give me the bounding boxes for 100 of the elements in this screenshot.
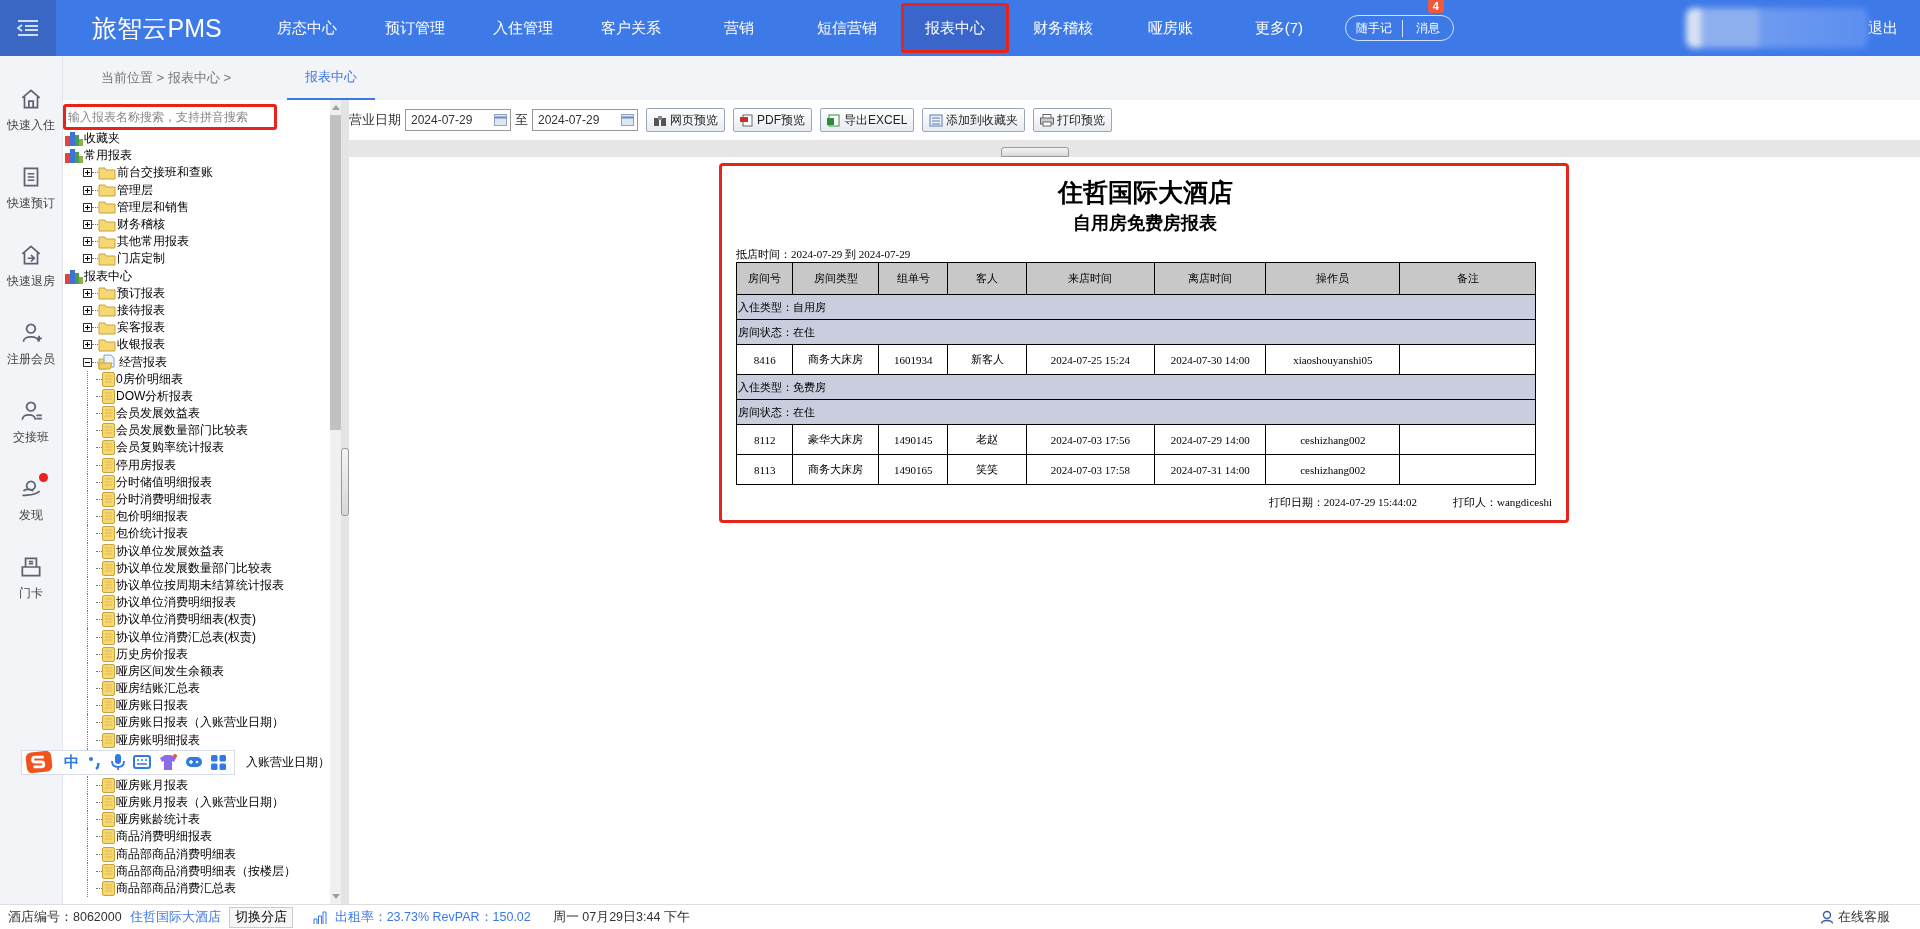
column-header: 客人 [947, 262, 1027, 295]
tree-node[interactable]: 协议单位发展数量部门比较表 [116, 559, 272, 577]
tree-node[interactable]: DOW分析报表 [116, 387, 194, 405]
hotel-link[interactable]: 住哲国际大酒店 [129, 908, 221, 926]
toolbar-button[interactable]: 导出EXCEL [820, 108, 915, 132]
tree-node[interactable]: 前台交接班和查账 [117, 164, 213, 182]
tree-node[interactable]: 包价统计报表 [116, 525, 188, 543]
shirt-icon[interactable] [159, 753, 177, 771]
start-date-field[interactable]: 2024-07-29 [405, 109, 511, 131]
gamepad-icon[interactable] [185, 755, 203, 770]
tree-node[interactable]: 哑房账月报表（入账营业日期） [116, 794, 284, 812]
scrollbar-thumb[interactable] [330, 115, 341, 430]
tree-node[interactable]: 停用房报表 [116, 456, 176, 474]
tree-node[interactable]: 门店定制 [117, 250, 165, 268]
toolbar-button[interactable]: PDF预览 [733, 108, 812, 132]
nav-tab[interactable]: 短信营销 [792, 3, 901, 53]
tree-node[interactable]: 管理层 [117, 181, 153, 199]
expander[interactable] [83, 202, 92, 212]
toolbar-button[interactable]: 打印预览 [1033, 108, 1113, 132]
tree-node[interactable]: 会员发展效益表 [116, 405, 200, 423]
expander[interactable] [83, 288, 92, 298]
tree-node[interactable]: 收银报表 [117, 336, 165, 354]
rail-shortcut[interactable]: 交接班 [13, 398, 49, 445]
rail-shortcut[interactable]: 注册会员 [7, 320, 55, 367]
expander[interactable] [83, 305, 92, 315]
switch-branch-button[interactable]: 切换分店 [228, 906, 293, 928]
nav-tab[interactable]: 更多(7) [1224, 3, 1333, 53]
tree-node[interactable]: 其他常用报表 [117, 233, 189, 251]
ime-mode[interactable]: 中 [64, 752, 79, 772]
tree-node[interactable]: 会员复购率统计报表 [116, 439, 224, 457]
tree-node[interactable]: 报表中心 [84, 267, 132, 285]
nav-tab[interactable]: 哑房账 [1116, 3, 1225, 53]
tree-node[interactable]: 协议单位按周期未结算统计报表 [116, 576, 284, 594]
logout-link[interactable]: 退出 [1868, 18, 1898, 38]
tree-node[interactable]: 协议单位发展效益表 [116, 542, 224, 560]
rail-shortcut[interactable]: 门卡 [18, 554, 44, 601]
nav-tab[interactable]: 房态中心 [252, 3, 361, 53]
microphone-icon[interactable] [111, 753, 125, 772]
tree-node[interactable]: 收藏夹 [84, 130, 120, 148]
tree-node[interactable]: 管理层和销售 [117, 198, 189, 216]
tree-node[interactable]: 哑房结账汇总表 [116, 680, 200, 698]
toolbar-button[interactable]: 添加到收藏夹 [922, 108, 1026, 132]
expander[interactable] [83, 323, 92, 333]
collapse-handle[interactable] [341, 448, 349, 516]
nav-tab[interactable]: 财务稽核 [1008, 3, 1117, 53]
collapse-handle[interactable] [1000, 147, 1069, 157]
nav-tab[interactable]: 入住管理 [468, 3, 577, 53]
tree-node[interactable]: 哑房账月报表 [116, 776, 188, 794]
tree-node[interactable]: 财务稽核 [117, 216, 165, 234]
rail-shortcut[interactable]: 发现 [18, 476, 44, 523]
expander[interactable] [83, 185, 92, 195]
tree-node[interactable]: 分时储值明细报表 [116, 473, 212, 491]
expander[interactable] [83, 254, 92, 264]
tree-node[interactable]: 协议单位消费汇总表(权责) [116, 628, 256, 646]
tree-node[interactable]: 经营报表 [119, 353, 167, 371]
expander[interactable] [83, 220, 92, 230]
tree-node[interactable]: 0房价明细表 [116, 370, 183, 388]
rail-shortcut[interactable]: 快速入住 [7, 86, 55, 133]
tree-node[interactable]: 常用报表 [84, 147, 132, 165]
tree-node[interactable]: 接待报表 [117, 301, 165, 319]
nav-tab[interactable]: 营销 [684, 3, 793, 53]
tree-node[interactable]: 哑房账明细报表 [116, 731, 200, 749]
rail-shortcut[interactable]: 快速预订 [7, 164, 55, 211]
document-icon [102, 863, 115, 879]
tree-node[interactable]: 哑房账龄统计表 [116, 811, 200, 829]
menu-button[interactable] [0, 0, 57, 56]
tree-node[interactable]: 预订报表 [117, 284, 165, 302]
tree-node[interactable]: 商品部商品消费明细表（按楼层） [116, 862, 296, 880]
report-title: 自用房免费房报表 [1072, 212, 1218, 235]
keyboard-icon[interactable] [133, 755, 151, 770]
tree-node[interactable]: 会员发展数量部门比较表 [116, 422, 248, 440]
tree-node[interactable]: 哑房区间发生余额表 [116, 662, 224, 680]
report-search-field[interactable]: 输入报表名称搜索，支持拼音搜索 [63, 104, 277, 130]
apps-grid-icon[interactable] [211, 754, 226, 770]
expander[interactable] [83, 237, 92, 247]
tree-node[interactable]: 宾客报表 [117, 319, 165, 337]
nav-tab[interactable]: 预订管理 [360, 3, 469, 53]
report-stack-icon [65, 268, 83, 284]
notes-link[interactable]: 随手记 [1345, 19, 1402, 37]
expander[interactable] [83, 168, 92, 178]
toolbar-button[interactable]: 网页预览 [646, 108, 725, 132]
end-date-field[interactable]: 2024-07-29 [532, 109, 638, 131]
tree-node[interactable]: 协议单位消费明细表(权责) [116, 611, 256, 629]
tree-node[interactable]: 哑房账日报表（入账营业日期） [116, 714, 284, 732]
tree-node[interactable]: 商品消费明细报表 [116, 828, 212, 846]
tree-node[interactable]: 商品部商品消费明细表 [116, 845, 236, 863]
messages-link[interactable]: 消息 [1401, 19, 1453, 37]
tree-node[interactable]: 分时消费明细报表 [116, 491, 212, 509]
expander[interactable] [83, 340, 92, 350]
rail-shortcut[interactable]: 快速退房 [7, 242, 55, 289]
tree-node[interactable]: 历史房价报表 [116, 645, 188, 663]
expander[interactable] [83, 357, 92, 367]
nav-tab[interactable]: 客户关系 [576, 3, 685, 53]
tree-node[interactable]: 入账营业日期） [246, 754, 330, 772]
tree-node[interactable]: 协议单位消费明细报表 [116, 594, 236, 612]
tree-node[interactable]: 包价明细报表 [116, 508, 188, 526]
nav-tab[interactable]: 报表中心 [900, 3, 1009, 53]
tree-node[interactable]: 哑房账日报表 [116, 697, 188, 715]
online-service-link[interactable]: 在线客服 [1820, 908, 1890, 926]
tree-node[interactable]: 商品部商品消费汇总表 [116, 879, 236, 897]
